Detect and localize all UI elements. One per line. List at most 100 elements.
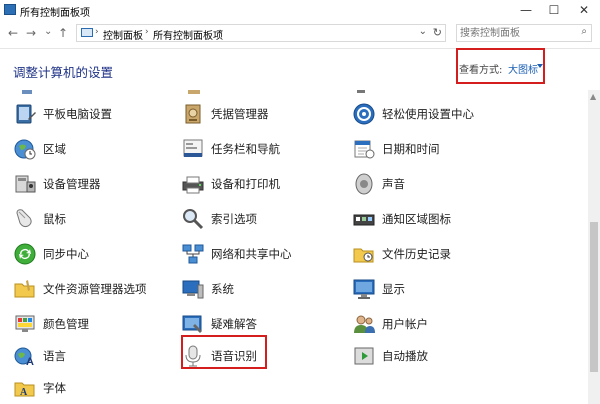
display-item[interactable]: 显示 [352, 275, 512, 303]
svg-text:A: A [20, 387, 28, 398]
chevron-down-icon[interactable] [537, 64, 543, 68]
search-box[interactable]: ⌕ [456, 24, 592, 42]
credential-vault-icon [185, 104, 201, 124]
view-by-label: 查看方式: [459, 65, 503, 76]
address-field[interactable]: › 控制面板 › 所有控制面板项 › ⌄ ↻ [76, 24, 446, 42]
address-toolbar: ← → ⌄ ↑ › 控制面板 › 所有控制面板项 › ⌄ ↻ ⌕ [0, 20, 600, 49]
troubleshooting-item[interactable]: 疑难解答 [181, 310, 341, 338]
page-title: 调整计算机的设置 [13, 65, 114, 80]
printer-icon [182, 176, 204, 194]
item-label: 设备管理器 [43, 177, 101, 191]
item-label: 通知区域图标 [382, 212, 451, 226]
folder-options-icon [14, 280, 35, 298]
maximize-button[interactable]: ☐ [540, 0, 568, 20]
mouse-icon [16, 209, 32, 228]
scrollbar-thumb[interactable] [590, 222, 598, 372]
indexing-options-item[interactable]: 索引选项 [181, 205, 341, 233]
item-label: 疑难解答 [211, 317, 257, 331]
breadcrumb-control-panel[interactable]: 控制面板 [103, 27, 143, 42]
date-time-item[interactable]: 日期和时间 [352, 135, 512, 163]
color-management-icon [15, 315, 35, 332]
color-management-item[interactable]: 颜色管理 [13, 310, 173, 338]
item-label: 区域 [43, 142, 66, 156]
tablet-icon [16, 104, 36, 124]
fonts-item[interactable]: A 字体 [13, 374, 173, 402]
device-manager-icon [15, 175, 36, 193]
user-accounts-item[interactable]: 用户帐户 [352, 310, 512, 338]
item-label: 任务栏和导航 [211, 142, 280, 156]
autoplay-item[interactable]: 自动播放 [352, 342, 512, 370]
view-by-dropdown[interactable]: 大图标 [508, 61, 538, 76]
refresh-icon[interactable]: ↻ [433, 26, 442, 39]
back-button[interactable]: ← [8, 26, 18, 40]
address-dropdown-icon[interactable]: ⌄ [419, 26, 427, 37]
network-sharing-center-item[interactable]: 网络和共享中心 [181, 240, 351, 268]
item-label: 语言 [43, 349, 66, 363]
item-label: 平板电脑设置 [43, 107, 112, 121]
taskbar-navigation-item[interactable]: 任务栏和导航 [181, 135, 341, 163]
sync-center-icon [14, 243, 36, 265]
sync-center-item[interactable]: 同步中心 [13, 240, 173, 268]
item-label: 设备和打印机 [211, 177, 280, 191]
display-icon [353, 279, 375, 299]
ease-of-access-item[interactable]: 轻松使用设置中心 [352, 100, 532, 128]
credential-manager-item[interactable]: 凭据管理器 [181, 100, 341, 128]
speech-recognition-highlight [181, 335, 267, 369]
control-panel-icon [4, 4, 16, 15]
notification-area-icons-item[interactable]: 通知区域图标 [352, 205, 532, 233]
item-label: 声音 [382, 177, 405, 191]
item-label: 凭据管理器 [211, 107, 269, 121]
scroll-up-icon[interactable]: ▲ [590, 92, 596, 101]
calendar-clock-icon [354, 140, 375, 159]
breadcrumb-separator: › [219, 27, 223, 37]
speaker-icon [355, 173, 373, 195]
breadcrumb-all-items[interactable]: 所有控制面板项 [153, 27, 223, 42]
file-explorer-options-item[interactable]: 文件资源管理器选项 [13, 275, 183, 303]
close-button[interactable]: ✕ [570, 0, 598, 20]
forward-button[interactable]: → [26, 26, 36, 40]
recent-locations-button[interactable]: ⌄ [44, 26, 52, 37]
autoplay-icon [354, 347, 374, 365]
search-icon[interactable]: ⌕ [581, 26, 587, 37]
item-label: 显示 [382, 282, 405, 296]
title-bar: 所有控制面板项 — ☐ ✕ [0, 0, 600, 20]
items-grid: 平板电脑设置 区域 设备管理器 鼠标 同步中心 文件资源管理器选项 颜色管理 A… [0, 90, 588, 404]
devices-printers-item[interactable]: 设备和打印机 [181, 170, 341, 198]
device-manager-item[interactable]: 设备管理器 [13, 170, 173, 198]
item-label: 轻松使用设置中心 [382, 107, 474, 121]
language-icon: A [14, 347, 34, 368]
tablet-pc-settings-item[interactable]: 平板电脑设置 [13, 100, 173, 128]
item-label: 字体 [43, 381, 66, 395]
item-label: 日期和时间 [382, 142, 440, 156]
item-label: 网络和共享中心 [211, 247, 292, 261]
notification-icons-icon [353, 214, 375, 226]
file-history-icon [353, 248, 374, 263]
user-accounts-icon [354, 315, 375, 333]
sound-item[interactable]: 声音 [352, 170, 512, 198]
taskbar-icon [183, 139, 203, 157]
breadcrumb-separator: › [145, 27, 149, 37]
search-input[interactable] [460, 26, 570, 40]
item-label: 文件历史记录 [382, 247, 451, 261]
minimize-button[interactable]: — [512, 0, 540, 20]
ease-of-access-icon [353, 103, 375, 125]
computer-icon [81, 28, 93, 37]
vertical-scrollbar[interactable]: ▲ [588, 90, 600, 404]
indexing-icon [183, 209, 204, 230]
system-item[interactable]: 系统 [181, 275, 341, 303]
item-label: 文件资源管理器选项 [43, 282, 147, 296]
region-item[interactable]: 区域 [13, 135, 173, 163]
file-history-item[interactable]: 文件历史记录 [352, 240, 512, 268]
language-item[interactable]: A 语言 [13, 342, 173, 370]
network-icon [182, 244, 204, 264]
window-title: 所有控制面板项 [20, 8, 90, 19]
troubleshoot-icon [182, 315, 202, 333]
mouse-item[interactable]: 鼠标 [13, 205, 173, 233]
item-label: 颜色管理 [43, 317, 89, 331]
item-label: 索引选项 [211, 212, 257, 226]
up-button[interactable]: ↑ [58, 26, 68, 40]
item-label: 同步中心 [43, 247, 89, 261]
item-label: 用户帐户 [382, 317, 428, 331]
globe-clock-icon [14, 139, 36, 160]
item-label: 自动播放 [382, 349, 428, 363]
